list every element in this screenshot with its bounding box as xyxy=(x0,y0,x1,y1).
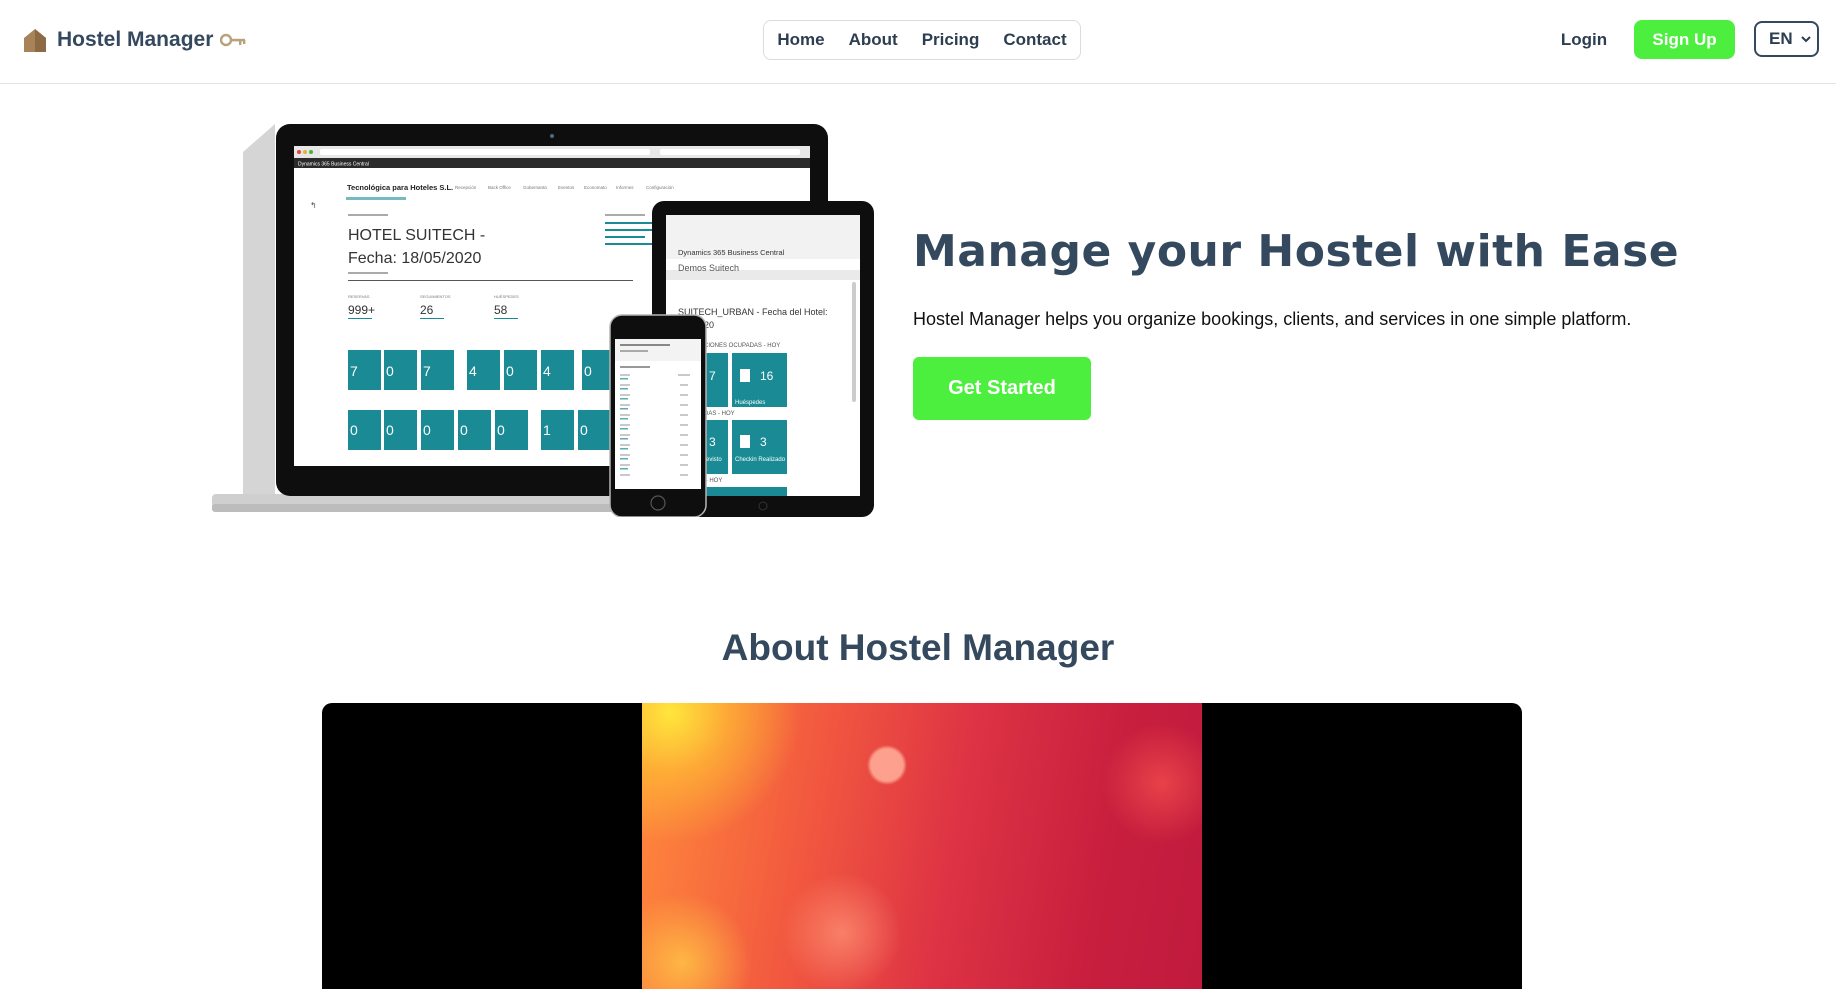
phone-device xyxy=(609,314,707,517)
brand-logo[interactable]: Hostel Manager xyxy=(22,27,246,53)
laptop-menu-7: Configuración xyxy=(646,185,674,190)
laptop-tile-value: 0 xyxy=(497,422,505,438)
laptop-tile-value: 0 xyxy=(580,422,588,438)
tablet-tile-value: 3 xyxy=(760,435,767,449)
laptop-tile-value: 0 xyxy=(506,363,514,379)
laptop-tile-value: 4 xyxy=(469,363,477,379)
laptop-tile-value: 1 xyxy=(543,422,551,438)
laptop-menu-2: Back Office xyxy=(488,185,511,190)
hero-title: Manage your Hostel with Ease xyxy=(913,226,1680,277)
main-nav: Home About Pricing Contact xyxy=(763,20,1081,60)
laptop-stat-value-3: 58 xyxy=(494,303,508,317)
laptop-tile-value: 0 xyxy=(386,363,394,379)
tablet-tile-value: 3 xyxy=(709,435,716,449)
house-icon xyxy=(24,29,46,52)
tablet-tile-value: 16 xyxy=(760,369,774,383)
svg-text:↰: ↰ xyxy=(310,201,317,210)
laptop-company-name: Tecnológica para Hoteles S.L. xyxy=(347,183,453,192)
laptop-hotel-name: HOTEL SUITECH - xyxy=(348,227,485,244)
login-link[interactable]: Login xyxy=(1548,20,1620,60)
tablet-company-name: Demos Suitech xyxy=(678,263,739,273)
document-icon xyxy=(740,435,750,448)
laptop-stat-value-1: 999+ xyxy=(348,303,375,317)
laptop-tile-value: 0 xyxy=(386,422,394,438)
laptop-menu-3: Gobernanta xyxy=(523,185,547,190)
laptop-tile-value: 7 xyxy=(350,363,358,379)
laptop-tile-value: 0 xyxy=(584,363,592,379)
laptop-tile-value: 7 xyxy=(423,363,431,379)
nav-about-link[interactable]: About xyxy=(837,20,910,60)
tablet-hotel-line: SUITECH_URBAN - Fecha del Hotel: xyxy=(678,307,828,317)
laptop-hotel-date: Fecha: 18/05/2020 xyxy=(348,250,482,267)
nav-pricing-link[interactable]: Pricing xyxy=(910,20,992,60)
laptop-tile-value: 0 xyxy=(460,422,468,438)
video-frame xyxy=(642,703,1202,989)
laptop-tile-value: 0 xyxy=(423,422,431,438)
laptop-menu-1: Recepción xyxy=(455,185,477,190)
key-icon xyxy=(220,33,246,47)
laptop-stat-value-2: 26 xyxy=(420,303,434,317)
brand-name: Hostel Manager xyxy=(57,28,214,51)
about-section-title: About Hostel Manager xyxy=(721,627,1115,668)
nav-contact-link[interactable]: Contact xyxy=(991,20,1078,60)
devices-mockup-image: Dynamics 365 Business Central Tecnológic… xyxy=(212,124,874,517)
laptop-menu-6: Informes xyxy=(616,185,634,190)
tablet-tile-value: 7 xyxy=(709,369,716,383)
site-header: Hostel Manager Home About Pricing Contac… xyxy=(0,0,1836,84)
language-select[interactable]: EN xyxy=(1754,21,1819,57)
about-video-player[interactable] xyxy=(322,703,1522,989)
laptop-menu-5: Economato xyxy=(584,185,607,190)
laptop-app-name: Dynamics 365 Business Central xyxy=(298,162,369,168)
laptop-tile-value: 0 xyxy=(350,422,358,438)
laptop-menu-4: Eventos xyxy=(558,185,575,190)
chevron-down-icon xyxy=(1801,36,1811,43)
document-icon xyxy=(740,369,750,382)
tablet-section-1: ACIONES OCUPADAS - HOY xyxy=(700,343,780,349)
laptop-stat-label-1: RESERVAS xyxy=(348,294,370,299)
laptop-tile-value: 4 xyxy=(543,363,551,379)
laptop-stat-label-3: HUÉSPEDES xyxy=(494,294,519,299)
signup-button[interactable]: Sign Up xyxy=(1634,20,1735,59)
hero-subtitle: Hostel Manager helps you organize bookin… xyxy=(913,309,1632,329)
nav-home-link[interactable]: Home xyxy=(765,20,836,60)
tablet-app-name: Dynamics 365 Business Central xyxy=(678,248,785,257)
laptop-stat-label-2: SEGUIMIENTOS xyxy=(420,294,451,299)
laptop-tiles-row-2: 0 0 0 0 0 1 0 xyxy=(348,410,611,450)
tablet-tile-label: Huéspedes xyxy=(735,400,765,406)
language-value: EN xyxy=(1769,29,1793,48)
tablet-tile-label: Checkin Realizado - Hoy xyxy=(735,457,801,463)
get-started-button[interactable]: Get Started xyxy=(913,357,1091,420)
